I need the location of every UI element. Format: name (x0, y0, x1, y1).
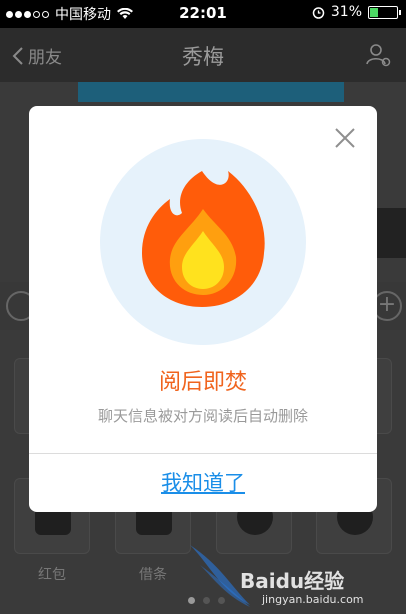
tile-label: 红包 (38, 567, 66, 583)
chat-message-bubble (78, 82, 344, 102)
nav-bar: 朋友 秀梅 (0, 28, 406, 82)
close-icon[interactable] (333, 126, 357, 150)
alarm-icon (312, 6, 325, 19)
flame-badge (100, 139, 306, 345)
flame-icon (142, 171, 265, 307)
profile-settings-icon (366, 44, 391, 67)
watermark-url: jingyan.baidu.com (262, 593, 364, 606)
baidu-watermark: Baidu经验 jingyan.baidu.com (190, 535, 406, 614)
profile-settings-button[interactable] (366, 42, 392, 72)
chat-photo-thumbnail (376, 208, 406, 258)
status-right: 31% (312, 4, 401, 20)
page-title: 秀梅 (182, 45, 224, 69)
status-bar: 中国移动 22:01 31% (0, 0, 406, 28)
battery-icon (368, 5, 401, 19)
battery-percent: 31% (330, 4, 362, 20)
tile-label: 借条 (139, 567, 167, 583)
dialog-title: 阅后即焚 (158, 370, 247, 395)
burn-after-reading-dialog: 阅后即焚 聊天信息被对方阅读后自动删除 我知道了 (29, 106, 377, 512)
confirm-button[interactable]: 我知道了 (29, 454, 377, 512)
dialog-description: 聊天信息被对方阅读后自动删除 (97, 407, 308, 425)
watermark-text: Baidu经验 (240, 569, 345, 593)
